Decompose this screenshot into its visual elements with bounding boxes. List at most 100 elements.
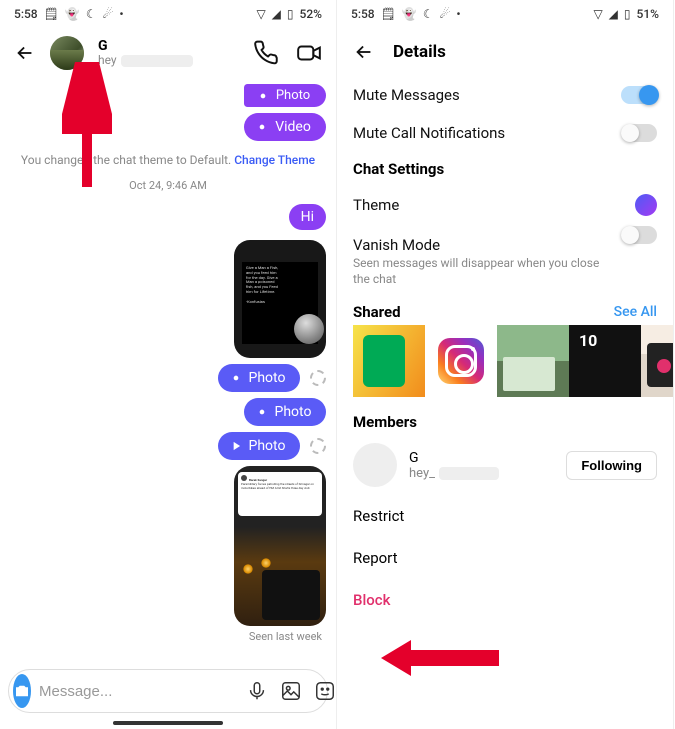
gallery-icon[interactable] [280, 680, 302, 702]
message-hi[interactable]: Hi [289, 204, 326, 230]
quote-face [294, 314, 324, 344]
vanish-desc: Seen messages will disappear when you cl… [353, 256, 657, 287]
chat-header: G hey [0, 28, 336, 78]
following-button[interactable]: Following [566, 451, 657, 480]
weather-icon: ☄ [103, 7, 114, 21]
video-burst-icon [255, 120, 269, 134]
photo-burst-icon [229, 371, 243, 385]
camera-icon [13, 682, 31, 700]
moon-icon: ☾ [423, 7, 434, 21]
audio-call-icon[interactable] [254, 40, 280, 66]
details-title: Details [393, 42, 446, 62]
signal-icon: ◢ [272, 7, 281, 21]
photo-pill-top[interactable]: Photo [244, 84, 326, 107]
details-header: Details [337, 28, 673, 76]
vanish-row: Vanish Mode Seen messages will disappear… [337, 226, 673, 297]
chat-screen: 5:58 🗒 👻 ☾ ☄ • ▽ ◢ ▯ 52% G hey [0, 0, 337, 729]
member-avatar [353, 443, 397, 487]
theme-row[interactable]: Theme [337, 184, 673, 226]
nav-handle[interactable] [113, 721, 223, 725]
member-name: G [409, 450, 499, 466]
battery-icon: ▯ [624, 7, 631, 21]
theme-color-dot [635, 194, 657, 216]
loading-spinner-icon [310, 370, 326, 386]
block-row[interactable]: Block [337, 579, 673, 621]
contact-title-block[interactable]: G hey [98, 39, 193, 68]
more-dot-icon: • [456, 7, 460, 21]
vanish-toggle[interactable] [621, 226, 657, 244]
chat-timestamp: Oct 24, 9:46 AM [10, 179, 326, 192]
mute-messages-toggle[interactable] [621, 86, 657, 104]
video-call-icon[interactable] [296, 40, 322, 66]
mute-calls-toggle[interactable] [621, 124, 657, 142]
status-bar: 5:58 🗒 👻 ☾ ☄ • ▽ ◢ ▯ 51% [337, 0, 673, 28]
seen-indicator: Seen last week [10, 630, 326, 643]
redacted-text [121, 55, 193, 67]
member-handle: hey_ [409, 466, 499, 481]
message-input[interactable] [39, 683, 238, 700]
status-battery: 52% [300, 7, 322, 21]
members-label: Members [337, 405, 673, 437]
mute-calls-label: Mute Call Notifications [353, 124, 505, 142]
back-icon[interactable] [353, 41, 375, 63]
image-message-news[interactable]: Barak Sangar Paramilitary forces patroll… [234, 466, 326, 626]
photo-pill-2[interactable]: Photo [244, 398, 326, 426]
status-battery: 51% [637, 7, 659, 21]
status-time: 5:58 [351, 7, 375, 21]
notification-icon: 🗒 [44, 7, 59, 21]
image-message-quote[interactable]: Give a Man a Fish, and you feed him for … [234, 240, 326, 358]
mic-icon[interactable] [246, 680, 268, 702]
battery-icon: ▯ [287, 7, 294, 21]
wifi-icon: ▽ [256, 7, 265, 21]
back-icon[interactable] [14, 42, 36, 64]
loading-spinner-icon [310, 438, 326, 454]
shared-thumb[interactable] [497, 325, 569, 397]
details-screen: 5:58 🗒 👻 ☾ ☄ • ▽ ◢ ▯ 51% Details Mute Me… [337, 0, 674, 729]
snapchat-icon: 👻 [65, 7, 80, 21]
chat-body: Photo Video You changed the chat theme t… [0, 78, 336, 665]
car-dashboard [262, 570, 320, 620]
contact-handle: hey [98, 54, 193, 67]
news-card: Barak Sangar Paramilitary forces patroll… [238, 472, 322, 516]
restrict-row[interactable]: Restrict [337, 495, 673, 537]
photo-pill-1[interactable]: Photo [218, 364, 300, 392]
mute-messages-label: Mute Messages [353, 86, 460, 104]
contact-avatar[interactable] [50, 36, 84, 70]
see-all-link[interactable]: See All [614, 304, 657, 320]
instagram-icon [438, 338, 484, 384]
snapchat-icon: 👻 [402, 7, 417, 21]
mute-messages-row: Mute Messages [337, 76, 673, 114]
theme-label: Theme [353, 196, 399, 214]
shared-thumb[interactable] [353, 325, 425, 397]
mute-calls-row: Mute Call Notifications [337, 114, 673, 152]
message-composer [8, 669, 328, 713]
photo-pill-3[interactable]: Photo [218, 432, 300, 460]
vanish-title: Vanish Mode [353, 236, 440, 254]
wifi-icon: ▽ [593, 7, 602, 21]
photo-burst-icon [256, 89, 270, 103]
shared-thumbnails [337, 325, 673, 405]
system-message: You changed the chat theme to Default. C… [10, 153, 326, 167]
annotation-arrow-left [381, 636, 501, 680]
redacted-text [439, 467, 499, 480]
video-pill[interactable]: Video [244, 113, 326, 141]
weather-icon: ☄ [440, 7, 451, 21]
shared-thumb[interactable] [641, 325, 673, 397]
shared-thumb[interactable] [569, 325, 641, 397]
contact-name: G [98, 39, 193, 54]
signal-icon: ◢ [609, 7, 618, 21]
photo-burst-icon [255, 405, 269, 419]
shared-header: Shared See All [337, 297, 673, 325]
report-row[interactable]: Report [337, 537, 673, 579]
camera-button[interactable] [13, 674, 31, 708]
shared-label: Shared [353, 303, 401, 321]
play-icon [229, 439, 243, 453]
shared-thumb[interactable] [425, 325, 497, 397]
change-theme-link[interactable]: Change Theme [234, 153, 315, 167]
more-dot-icon: • [119, 7, 123, 21]
status-time: 5:58 [14, 7, 38, 21]
moon-icon: ☾ [86, 7, 97, 21]
chat-settings-label: Chat Settings [337, 152, 673, 184]
member-row[interactable]: G hey_ Following [337, 437, 673, 495]
sticker-icon[interactable] [314, 680, 336, 702]
